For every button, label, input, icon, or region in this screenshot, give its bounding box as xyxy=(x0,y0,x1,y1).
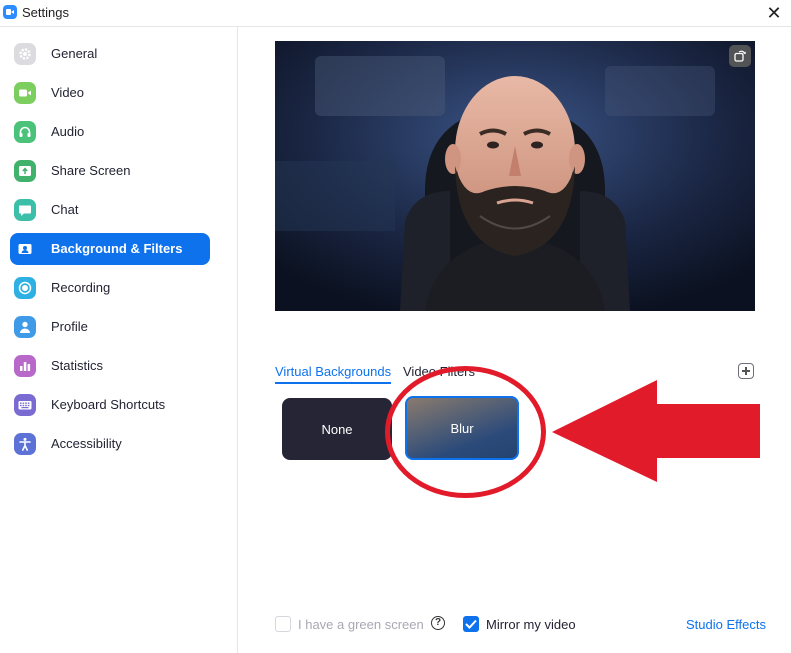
sidebar-item-label: Statistics xyxy=(51,358,104,373)
sidebar-item-label: Accessibility xyxy=(51,436,122,451)
bar-chart-icon xyxy=(14,355,36,377)
sidebar-item-profile[interactable]: Profile xyxy=(10,311,210,343)
background-option-blur[interactable]: Blur xyxy=(405,396,519,460)
sidebar-item-label: Chat xyxy=(51,202,79,217)
green-screen-label: I have a green screen xyxy=(298,617,424,632)
studio-effects-link[interactable]: Studio Effects xyxy=(686,617,766,632)
sidebar-item-share-screen[interactable]: Share Screen xyxy=(10,155,210,187)
sidebar-item-general[interactable]: General xyxy=(10,38,210,70)
sidebar-item-statistics[interactable]: Statistics xyxy=(10,350,210,382)
sidebar-item-keyboard-shortcuts[interactable]: Keyboard Shortcuts xyxy=(10,389,210,421)
sidebar-item-label: Audio xyxy=(51,124,85,139)
share-screen-icon xyxy=(14,160,36,182)
annotation-arrow xyxy=(552,380,760,482)
window-title: Settings xyxy=(22,5,69,20)
sidebar-item-label: Background & Filters xyxy=(51,241,183,256)
background-option-label: None xyxy=(321,421,353,437)
video-camera-icon xyxy=(14,82,36,104)
tab-video-filters[interactable]: Video Filters xyxy=(403,364,475,379)
close-icon: ✕ xyxy=(766,3,782,23)
help-icon[interactable]: ? xyxy=(431,616,445,630)
keyboard-icon xyxy=(14,394,36,416)
rotate-icon xyxy=(734,50,746,62)
sidebar-item-label: Profile xyxy=(51,319,88,334)
sidebar-item-label: Share Screen xyxy=(51,163,131,178)
title-bar: Settings ✕ xyxy=(0,0,791,27)
close-button[interactable]: ✕ xyxy=(763,2,785,24)
headphones-icon xyxy=(14,121,36,143)
sidebar-item-video[interactable]: Video xyxy=(10,77,210,109)
sidebar-item-label: Recording xyxy=(51,280,111,295)
sidebar-item-accessibility[interactable]: Accessibility xyxy=(10,428,210,460)
sidebar-item-label: General xyxy=(51,46,98,61)
person-icon xyxy=(14,316,36,338)
mirror-video-checkbox[interactable] xyxy=(463,616,479,632)
background-option-none[interactable]: None xyxy=(282,398,392,460)
settings-sidebar: General Video Audio Share Screen Chat Ba… xyxy=(0,27,238,653)
sidebar-item-audio[interactable]: Audio xyxy=(10,116,210,148)
sidebar-item-label: Keyboard Shortcuts xyxy=(51,397,166,412)
tab-virtual-backgrounds[interactable]: Virtual Backgrounds xyxy=(275,364,392,384)
camera-feed-image xyxy=(275,41,755,311)
gear-icon xyxy=(14,43,36,65)
add-background-button[interactable] xyxy=(738,363,754,379)
sidebar-item-recording[interactable]: Recording xyxy=(10,272,210,304)
mirror-video-label: Mirror my video xyxy=(486,617,576,632)
portrait-icon xyxy=(14,238,36,260)
sidebar-item-chat[interactable]: Chat xyxy=(10,194,210,226)
green-screen-checkbox[interactable] xyxy=(275,616,291,632)
accessibility-icon xyxy=(14,433,36,455)
background-option-label: Blur xyxy=(450,420,474,436)
chat-bubble-icon xyxy=(14,199,36,221)
sidebar-item-label: Video xyxy=(51,85,85,100)
zoom-app-icon xyxy=(3,5,17,19)
checkmark-icon xyxy=(465,619,477,629)
sidebar-item-background-filters[interactable]: Background & Filters xyxy=(10,233,210,265)
video-preview xyxy=(275,41,755,311)
record-icon xyxy=(14,277,36,299)
rotate-camera-button[interactable] xyxy=(729,45,751,67)
